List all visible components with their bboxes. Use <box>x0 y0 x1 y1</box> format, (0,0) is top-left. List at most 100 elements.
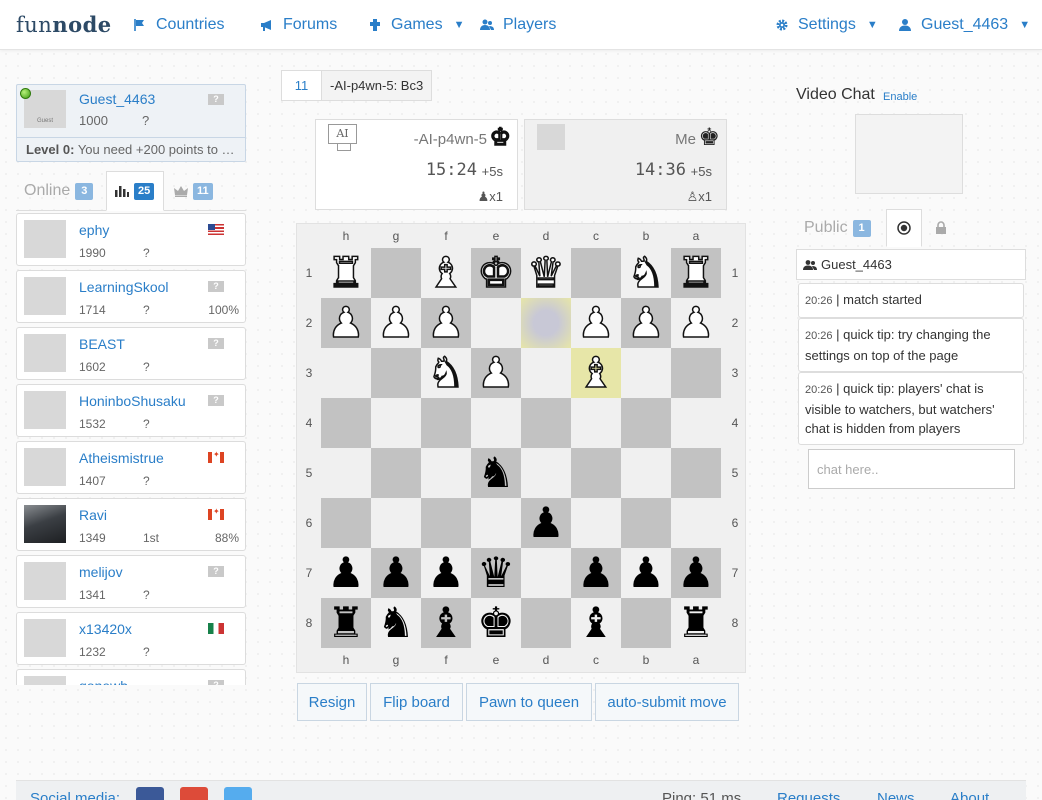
square-e7[interactable]: ♛ <box>471 548 521 598</box>
my-username[interactable]: Guest_4463 <box>79 91 155 107</box>
square-h6[interactable] <box>321 498 371 548</box>
tab-ranking[interactable]: 25 <box>106 171 164 211</box>
player-name[interactable]: LearningSkool <box>79 279 169 295</box>
white-bishop-icon[interactable]: ♝ <box>426 251 465 295</box>
player-name[interactable]: BEAST <box>79 336 125 352</box>
player-row[interactable]: HoninboShusaku ? 1532 ? <box>16 384 246 437</box>
tab-public-chat[interactable]: Public 1 <box>796 209 882 247</box>
black-queen-icon[interactable]: ♛ <box>477 552 515 594</box>
black-pawn-icon[interactable]: ♟ <box>427 552 465 594</box>
square-g6[interactable] <box>371 498 421 548</box>
player-name[interactable]: x13420x <box>79 621 132 637</box>
white-pawn-icon[interactable]: ♟ <box>476 351 515 395</box>
square-c8[interactable]: ♝ <box>571 598 621 648</box>
square-f1[interactable]: ♝ <box>421 248 471 298</box>
resign-button[interactable]: Resign <box>297 683 367 721</box>
white-pawn-icon[interactable]: ♟ <box>426 301 465 345</box>
about-link[interactable]: About <box>950 790 989 800</box>
my-profile-card[interactable]: Guest Guest_4463 ? 1000 ? Level 0: You n… <box>16 84 246 162</box>
black-rook-icon[interactable]: ♜ <box>677 602 715 644</box>
square-b7[interactable]: ♟ <box>621 548 671 598</box>
white-pawn-icon[interactable]: ♟ <box>676 301 715 345</box>
player-row[interactable]: Ravi 1349 1st 88% <box>16 498 246 551</box>
square-f3[interactable]: ♞ <box>421 348 471 398</box>
black-pawn-icon[interactable]: ♟ <box>677 552 715 594</box>
square-h1[interactable]: ♜ <box>321 248 371 298</box>
black-bishop-icon[interactable]: ♝ <box>577 602 615 644</box>
nav-user-menu[interactable]: Guest_4463 ▼ <box>898 16 1030 34</box>
black-knight-icon[interactable]: ♞ <box>477 452 515 494</box>
player-name[interactable]: gonewb <box>79 678 128 685</box>
opponent-name[interactable]: -AI-p4wn-5 <box>414 131 487 148</box>
tab-online[interactable]: Online 3 <box>16 171 104 211</box>
square-e3[interactable]: ♟ <box>471 348 521 398</box>
chat-user-name[interactable]: Guest_4463 <box>821 257 892 272</box>
move-number[interactable]: 11 <box>282 71 322 100</box>
square-e8[interactable]: ♚ <box>471 598 521 648</box>
player-row[interactable]: melijov ? 1341 ? <box>16 555 246 608</box>
nav-players[interactable]: Players <box>480 16 556 34</box>
white-king-icon[interactable]: ♚ <box>476 251 515 295</box>
tab-private-chat[interactable] <box>924 209 958 247</box>
square-c7[interactable]: ♟ <box>571 548 621 598</box>
square-h5[interactable] <box>321 448 371 498</box>
player-row[interactable]: gonewb ? <box>16 669 246 685</box>
square-g8[interactable]: ♞ <box>371 598 421 648</box>
news-link[interactable]: News <box>877 790 915 800</box>
square-h8[interactable]: ♜ <box>321 598 371 648</box>
square-e5[interactable]: ♞ <box>471 448 521 498</box>
square-f5[interactable] <box>421 448 471 498</box>
flip-board-button[interactable]: Flip board <box>370 683 463 721</box>
black-pawn-icon[interactable]: ♟ <box>377 552 415 594</box>
square-b5[interactable] <box>621 448 671 498</box>
player-row[interactable]: LearningSkool ? 1714 ? 100% <box>16 270 246 323</box>
black-rook-icon[interactable]: ♜ <box>327 602 365 644</box>
player-name[interactable]: ephy <box>79 222 109 238</box>
square-f2[interactable]: ♟ <box>421 298 471 348</box>
facebook-icon[interactable] <box>136 787 164 800</box>
chess-board[interactable]: ♜ ♝ ♚ ♛ ♞ ♜ ♟ ♟ ♟ ♟ ♟ ♟ ♞ ♟ ♝ ♞ ♟ ♟ ♟ ♟ ♛ ♟ ♟ ♟ ♜ ♞ ♝ ♚ ♝ ♜ <box>321 248 721 648</box>
white-pawn-icon[interactable]: ♟ <box>576 301 615 345</box>
square-h7[interactable]: ♟ <box>321 548 371 598</box>
square-c4[interactable] <box>571 398 621 448</box>
player-row[interactable]: BEAST ? 1602 ? <box>16 327 246 380</box>
square-d4[interactable] <box>521 398 571 448</box>
video-chat-enable-link[interactable]: Enable <box>883 91 917 103</box>
square-f7[interactable]: ♟ <box>421 548 471 598</box>
square-g2[interactable]: ♟ <box>371 298 421 348</box>
player-row[interactable]: x13420x 1232 ? <box>16 612 246 665</box>
white-knight-icon[interactable]: ♞ <box>426 351 465 395</box>
tab-crown[interactable]: 11 <box>166 171 226 211</box>
white-rook-icon[interactable]: ♜ <box>676 251 715 295</box>
twitter-icon[interactable] <box>224 787 252 800</box>
nav-games[interactable]: Games ▼ <box>368 16 464 34</box>
black-pawn-icon[interactable]: ♟ <box>627 552 665 594</box>
square-e4[interactable] <box>471 398 521 448</box>
square-c3[interactable]: ♝ <box>571 348 621 398</box>
white-queen-icon[interactable]: ♛ <box>526 251 565 295</box>
square-c5[interactable] <box>571 448 621 498</box>
square-g4[interactable] <box>371 398 421 448</box>
white-pawn-icon[interactable]: ♟ <box>626 301 665 345</box>
square-b1[interactable]: ♞ <box>621 248 671 298</box>
square-f4[interactable] <box>421 398 471 448</box>
square-a3[interactable] <box>671 348 721 398</box>
black-pawn-icon[interactable]: ♟ <box>327 552 365 594</box>
square-b6[interactable] <box>621 498 671 548</box>
square-b4[interactable] <box>621 398 671 448</box>
white-knight-icon[interactable]: ♞ <box>626 251 665 295</box>
square-d7[interactable] <box>521 548 571 598</box>
requests-link[interactable]: Requests <box>777 790 840 800</box>
square-b2[interactable]: ♟ <box>621 298 671 348</box>
square-h3[interactable] <box>321 348 371 398</box>
player-name[interactable]: HoninboShusaku <box>79 393 186 409</box>
player-name[interactable]: Atheismistrue <box>79 450 164 466</box>
black-bishop-icon[interactable]: ♝ <box>427 602 465 644</box>
square-d1[interactable]: ♛ <box>521 248 571 298</box>
square-c1[interactable] <box>571 248 621 298</box>
nav-countries[interactable]: Countries <box>133 16 224 34</box>
auto-submit-move-button[interactable]: auto-submit move <box>595 683 739 721</box>
nav-settings[interactable]: Settings ▼ <box>775 16 878 34</box>
square-e1[interactable]: ♚ <box>471 248 521 298</box>
square-f8[interactable]: ♝ <box>421 598 471 648</box>
